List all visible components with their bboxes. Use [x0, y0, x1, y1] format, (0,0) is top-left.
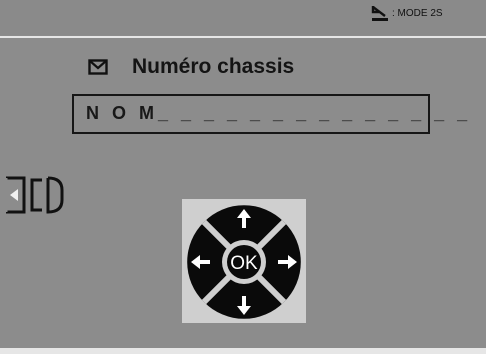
header-divider — [0, 36, 486, 38]
mode-label: : MODE 2S — [392, 7, 443, 19]
mode-arrow-icon — [371, 6, 388, 21]
device-screen: : MODE 2S Numéro chassis N O M_ _ _ _ _ … — [0, 0, 486, 354]
back-bracket-icon[interactable] — [2, 174, 66, 216]
navigation-dpad: OK — [187, 205, 301, 319]
page-title-row: Numéro chassis — [88, 55, 294, 79]
ok-label: OK — [230, 253, 258, 274]
footer-divider — [0, 348, 486, 354]
name-input-value: N O M_ _ _ _ _ _ _ _ _ _ _ _ _ _ — [86, 103, 472, 123]
page-title: Numéro chassis — [132, 55, 295, 78]
envelope-icon — [88, 59, 108, 75]
name-input-field[interactable]: N O M_ _ _ _ _ _ _ _ _ _ _ _ _ _ — [72, 94, 467, 134]
mode-indicator: : MODE 2S — [370, 4, 443, 22]
